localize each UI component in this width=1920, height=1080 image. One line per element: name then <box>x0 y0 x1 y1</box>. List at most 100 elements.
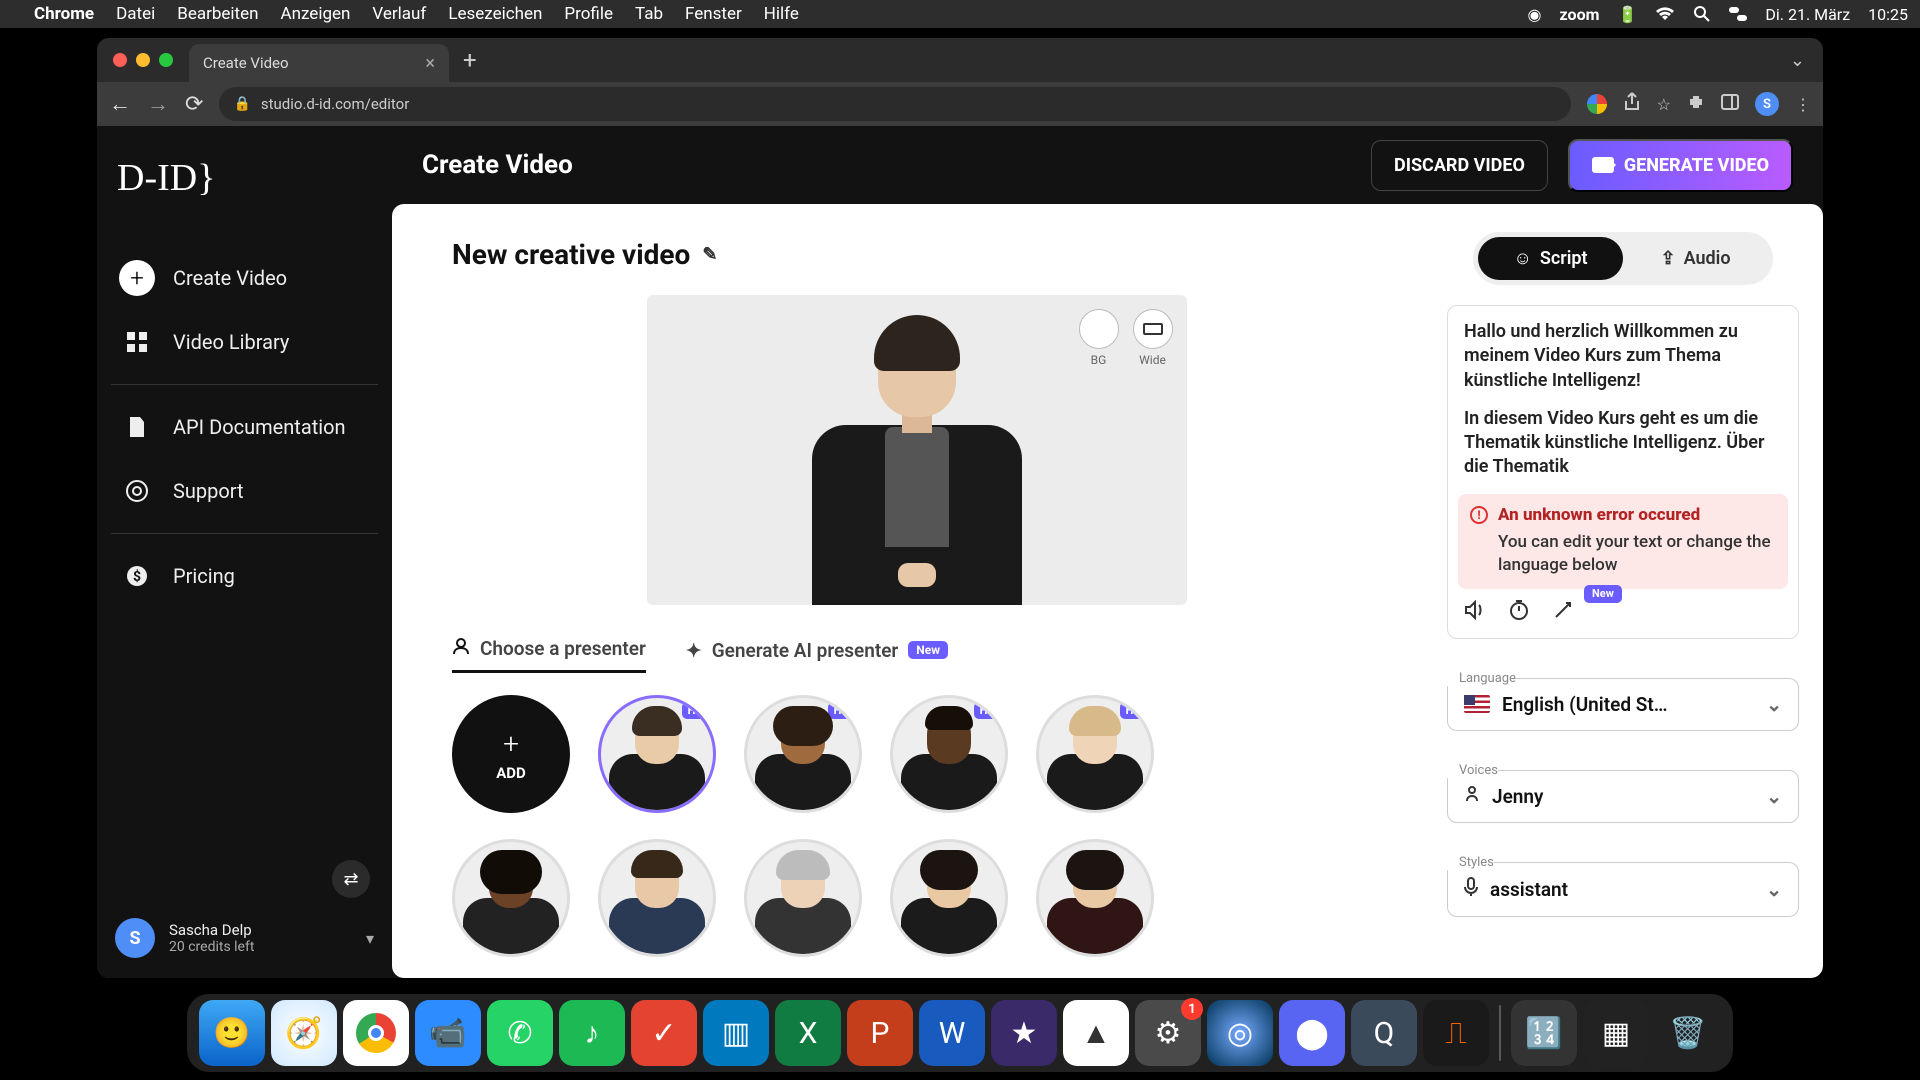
presenter-option[interactable]: HQ <box>598 695 716 813</box>
magic-button[interactable] <box>1552 599 1574 628</box>
dock-settings[interactable]: ⚙1 <box>1135 1000 1201 1066</box>
chrome-menu-icon[interactable]: ⋮ <box>1795 95 1811 114</box>
bookmark-star-icon[interactable]: ☆ <box>1657 95 1671 114</box>
wifi-icon[interactable] <box>1655 7 1675 21</box>
listen-button[interactable] <box>1464 600 1486 627</box>
menu-profile[interactable]: Profile <box>564 4 613 24</box>
zoom-menubar-label[interactable]: zoom <box>1560 5 1600 24</box>
dock-whatsapp[interactable]: ✆ <box>487 1000 553 1066</box>
window-close-button[interactable] <box>113 53 127 67</box>
sidebar-item-api-docs[interactable]: API Documentation <box>97 395 392 459</box>
dock-finder[interactable]: 🙂 <box>199 1000 265 1066</box>
user-menu[interactable]: S Sascha Delp 20 credits left ▾ <box>115 918 374 958</box>
dock-gdrive[interactable]: ▲ <box>1063 1000 1129 1066</box>
dock-trello[interactable]: ▥ <box>703 1000 769 1066</box>
presenter-option[interactable]: HQ <box>890 695 1008 813</box>
menu-tab[interactable]: Tab <box>635 4 663 24</box>
reload-button[interactable]: ⟳ <box>185 92 203 117</box>
tabs-dropdown-icon[interactable]: ⌄ <box>1790 50 1813 71</box>
dock-quicktime[interactable]: Q <box>1351 1000 1417 1066</box>
background-picker-button[interactable]: BG <box>1079 309 1119 367</box>
video-title-row[interactable]: New creative video ✎ <box>452 238 1381 271</box>
dock-powerpoint[interactable]: P <box>847 1000 913 1066</box>
dock-imovie[interactable]: ★ <box>991 1000 1057 1066</box>
presenter-option[interactable] <box>890 839 1008 957</box>
dock-word[interactable]: W <box>919 1000 985 1066</box>
menu-bearbeiten[interactable]: Bearbeiten <box>177 4 258 24</box>
dock-mission-control[interactable]: ▦ <box>1583 1000 1649 1066</box>
omnibox[interactable]: 🔒 studio.d-id.com/editor <box>219 87 1570 121</box>
dollar-icon: $ <box>119 558 155 594</box>
menubar-date[interactable]: Di. 21. März <box>1765 5 1850 24</box>
svg-text:$: $ <box>133 568 141 585</box>
menu-datei[interactable]: Datei <box>116 4 155 24</box>
app-menu[interactable]: Chrome <box>34 4 94 24</box>
styles-label: Styles <box>1447 855 1494 870</box>
dock-calculator[interactable]: 🔢 <box>1511 1000 1577 1066</box>
forward-button[interactable]: → <box>147 91 169 117</box>
side-panel-icon[interactable] <box>1721 94 1739 114</box>
sidebar-item-create-video[interactable]: + Create Video <box>97 246 392 310</box>
tab-close-icon[interactable]: × <box>405 53 435 74</box>
tab-choose-presenter[interactable]: Choose a presenter <box>452 637 646 673</box>
dock-safari[interactable]: 🧭 <box>271 1000 337 1066</box>
presenter-option[interactable] <box>598 839 716 957</box>
tab-script[interactable]: ☺ Script <box>1478 237 1623 280</box>
dock-audio-app[interactable]: ⎍ <box>1423 1000 1489 1066</box>
extensions-icon[interactable] <box>1687 93 1705 115</box>
dock-todoist[interactable]: ✓ <box>631 1000 697 1066</box>
bg-label: BG <box>1091 353 1107 367</box>
user-credits: 20 credits left <box>169 939 254 955</box>
menu-lesezeichen[interactable]: Lesezeichen <box>448 4 542 24</box>
dock-discord[interactable]: ⬤ <box>1279 1000 1345 1066</box>
tab-generate-presenter[interactable]: ✦ Generate AI presenter New <box>686 637 948 673</box>
pause-timing-button[interactable] <box>1508 599 1530 628</box>
sidebar-item-video-library[interactable]: Video Library <box>97 310 392 374</box>
chrome-profile-avatar[interactable]: S <box>1755 92 1779 116</box>
script-textarea[interactable]: Hallo und herzlich Willkommen zu meinem … <box>1447 305 1799 639</box>
voices-select[interactable]: Jenny ⌄ <box>1447 770 1799 823</box>
sidebar-item-support[interactable]: Support <box>97 459 392 523</box>
spotlight-icon[interactable] <box>1693 5 1711 23</box>
hq-badge: HQ <box>828 702 855 719</box>
dock-siri[interactable]: ◎ <box>1207 1000 1273 1066</box>
recording-indicator-icon[interactable]: ◉ <box>1528 5 1542 24</box>
lock-icon[interactable]: 🔒 <box>233 96 250 112</box>
control-center-icon[interactable] <box>1729 7 1747 21</box>
google-account-icon[interactable] <box>1587 94 1607 114</box>
sidebar-item-pricing[interactable]: $ Pricing <box>97 544 392 608</box>
presenter-option[interactable] <box>1036 839 1154 957</box>
app-logo[interactable]: D-ID} <box>97 148 392 208</box>
new-tab-button[interactable]: + <box>463 46 477 74</box>
battery-icon[interactable]: 🔋 <box>1617 5 1637 24</box>
browser-tab[interactable]: Create Video × <box>189 44 449 82</box>
menu-hilfe[interactable]: Hilfe <box>764 4 799 24</box>
menu-anzeigen[interactable]: Anzeigen <box>281 4 351 24</box>
edit-title-icon[interactable]: ✎ <box>702 244 717 265</box>
dock-trash[interactable]: 🗑️ <box>1655 1000 1721 1066</box>
dock-zoom[interactable]: 📹 <box>415 1000 481 1066</box>
menu-verlauf[interactable]: Verlauf <box>372 4 426 24</box>
generate-video-button[interactable]: GENERATE VIDEO <box>1568 139 1793 192</box>
collapse-sidebar-button[interactable]: ⇄ <box>332 860 370 898</box>
presenter-option[interactable]: HQ <box>744 695 862 813</box>
add-presenter-button[interactable]: + ADD <box>452 695 570 813</box>
styles-select[interactable]: assistant ⌄ <box>1447 862 1799 917</box>
tab-audio[interactable]: ⇪ Audio <box>1623 237 1768 280</box>
presenter-option[interactable]: HQ <box>1036 695 1154 813</box>
aspect-wide-button[interactable]: Wide <box>1133 309 1173 367</box>
menubar-time[interactable]: 10:25 <box>1868 5 1908 24</box>
discard-video-button[interactable]: DISCARD VIDEO <box>1371 140 1548 191</box>
back-button[interactable]: ← <box>109 91 131 117</box>
menu-fenster[interactable]: Fenster <box>685 4 742 24</box>
share-icon[interactable] <box>1623 92 1641 116</box>
dock-spotify[interactable]: ♪ <box>559 1000 625 1066</box>
window-minimize-button[interactable] <box>136 53 150 67</box>
add-label: ADD <box>496 764 526 782</box>
presenter-option[interactable] <box>452 839 570 957</box>
dock-chrome[interactable] <box>343 1000 409 1066</box>
presenter-option[interactable] <box>744 839 862 957</box>
dock-excel[interactable]: X <box>775 1000 841 1066</box>
plus-icon: + <box>503 727 519 760</box>
window-zoom-button[interactable] <box>159 53 173 67</box>
